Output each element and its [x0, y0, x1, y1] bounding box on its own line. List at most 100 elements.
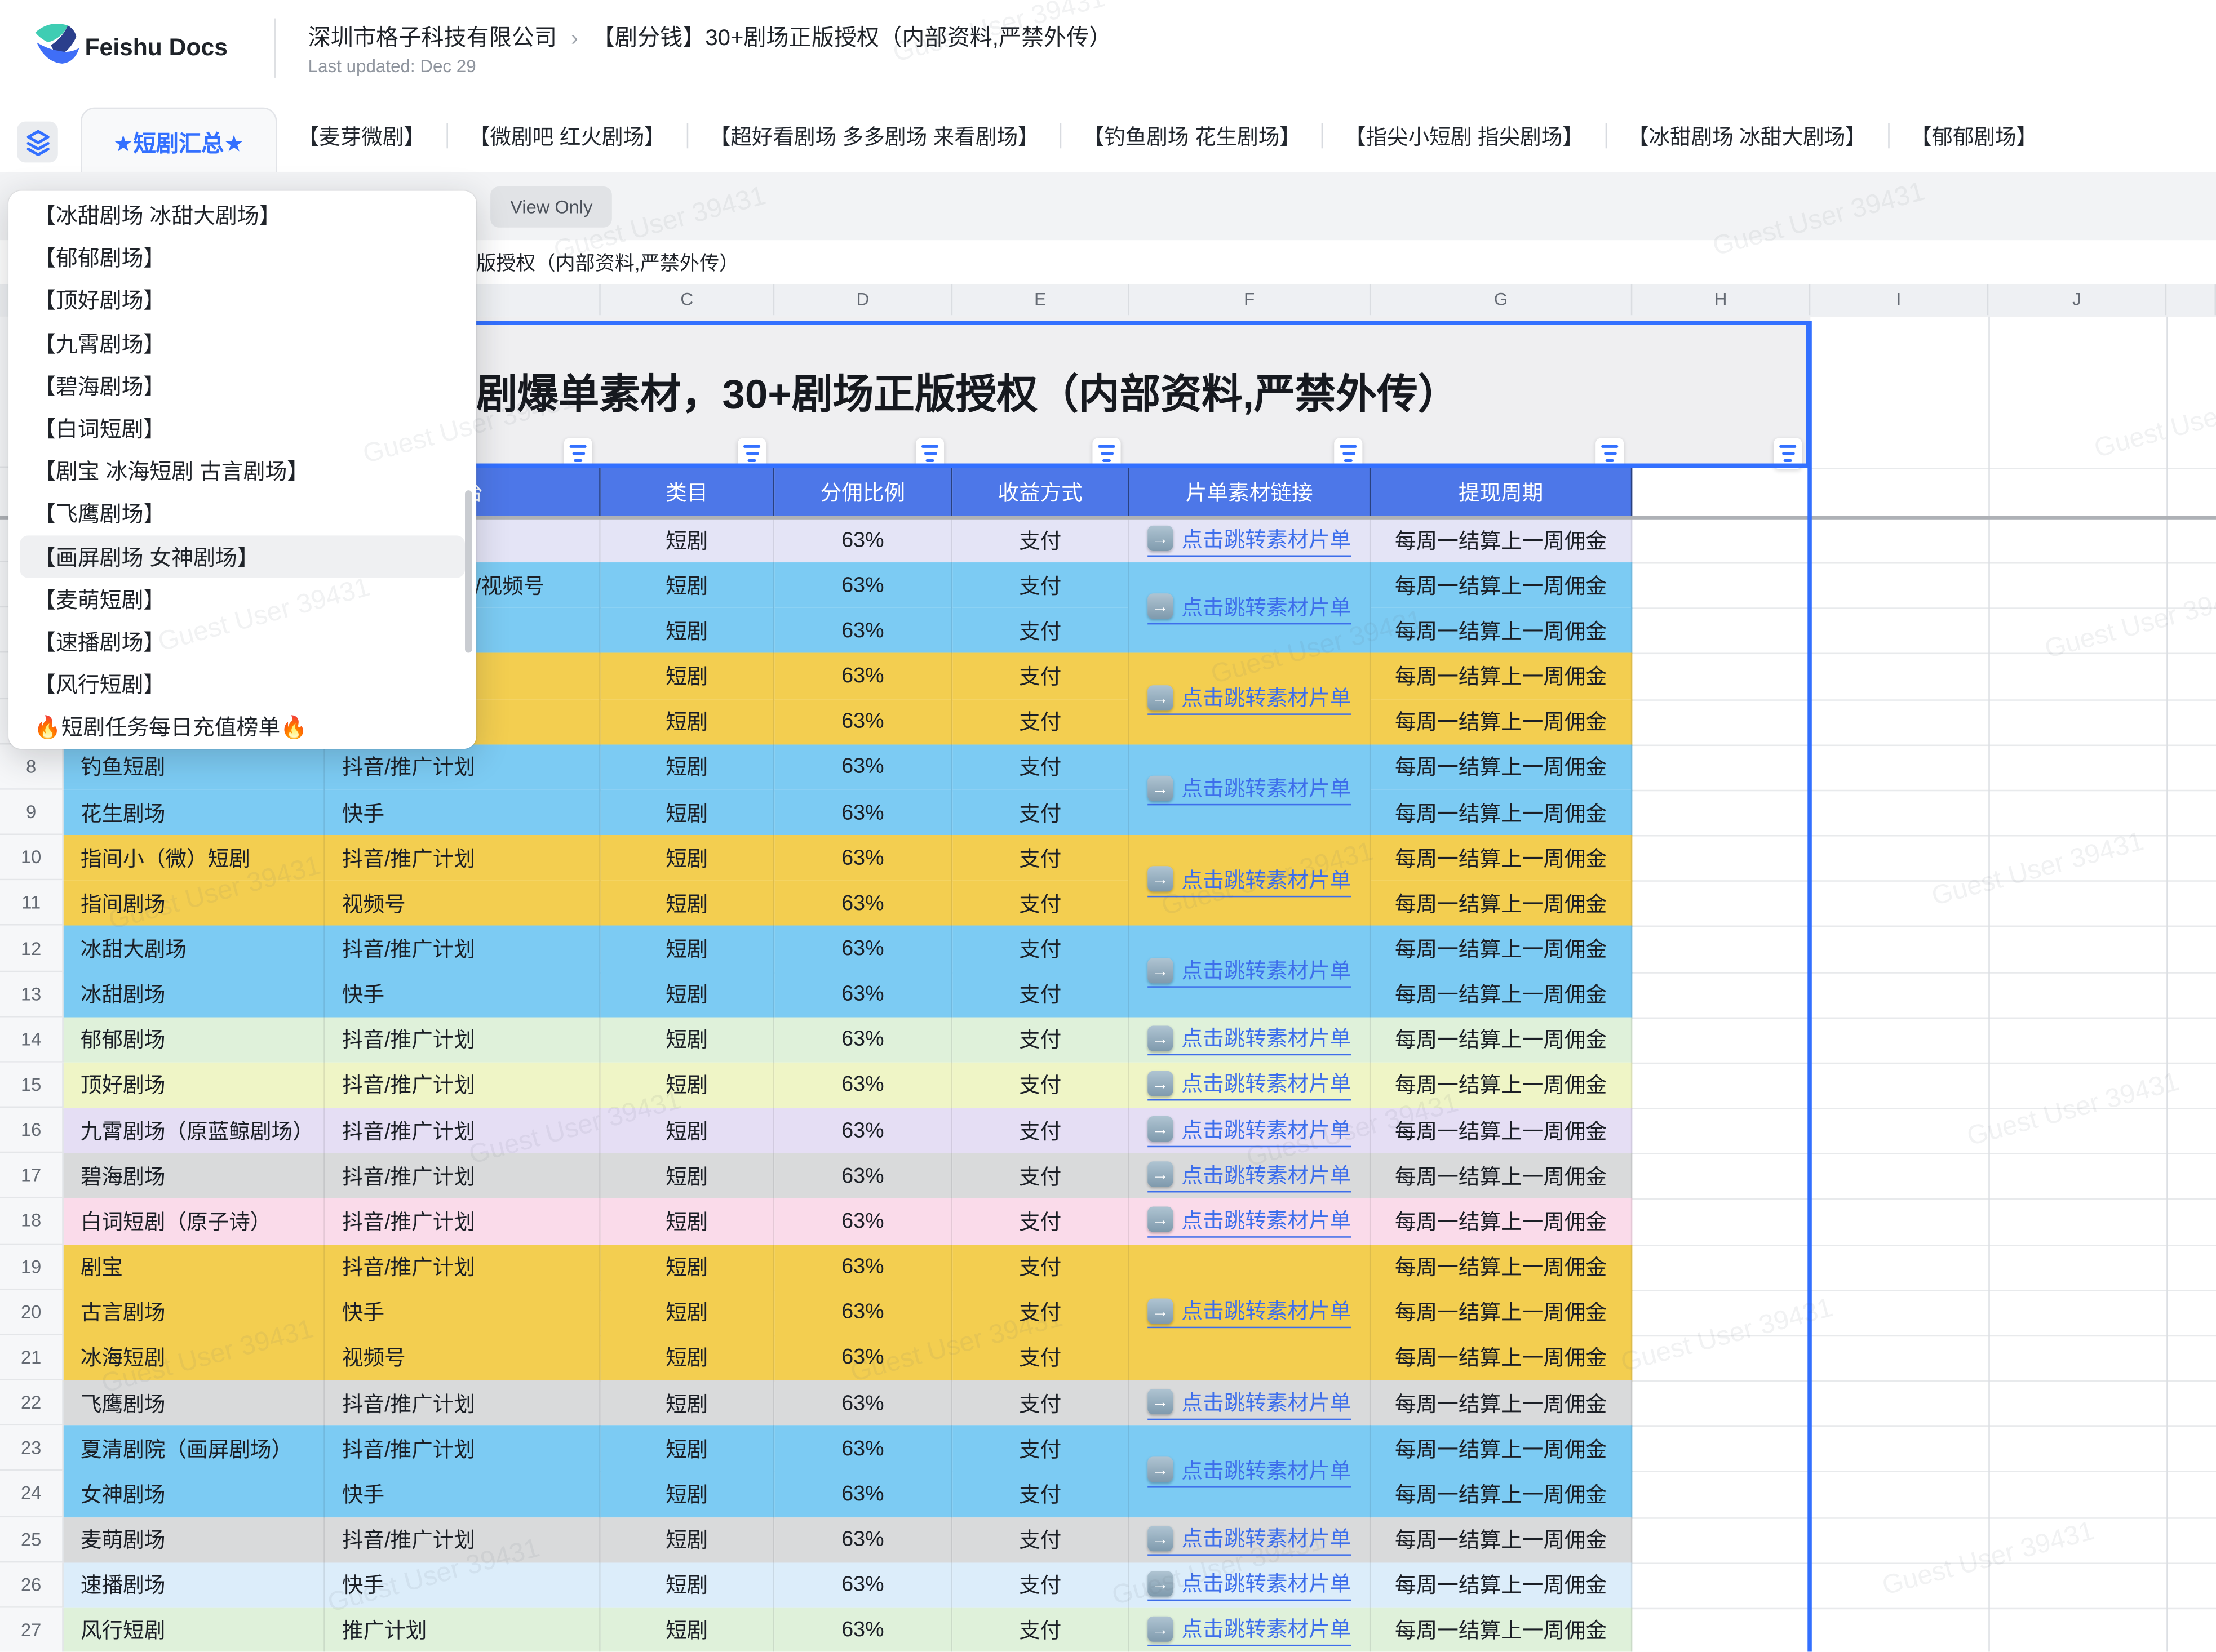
dropdown-item[interactable]: 【顶好剧场】 — [20, 279, 465, 322]
cell-theater-name[interactable]: 冰海短剧 — [64, 1335, 325, 1382]
tab-sheet[interactable]: 【钓鱼剧场 花生剧场】 — [1062, 99, 1322, 172]
link-cell[interactable]: →点击跳转素材片单 — [1129, 835, 1371, 927]
cell-rate[interactable]: 63% — [774, 1290, 952, 1336]
col-header-cell[interactable]: C — [601, 284, 774, 315]
row-header-cell[interactable]: 23 — [0, 1426, 64, 1472]
link-cell[interactable]: →点击跳转素材片单 — [1129, 1562, 1371, 1609]
cell-theater-name[interactable]: 冰甜大剧场 — [64, 926, 325, 973]
cell-payout[interactable]: 每周一结算上一周佣金 — [1371, 1335, 1632, 1382]
link-cell[interactable]: →点击跳转素材片单 — [1129, 1017, 1371, 1064]
cell-platform[interactable]: 抖音/推广计划 — [325, 1108, 601, 1154]
cell-income[interactable]: 支付 — [952, 1607, 1129, 1651]
cell-income[interactable]: 支付 — [952, 835, 1129, 882]
filter-icon[interactable] — [564, 438, 592, 469]
dropdown-item[interactable]: 🔥短剧任务每日充值榜单🔥 — [20, 705, 465, 748]
cell-category[interactable]: 短剧 — [601, 1335, 774, 1382]
tab-sheet[interactable]: 【冰甜剧场 冰甜大剧场】 — [1606, 99, 1887, 172]
link-cell[interactable]: →点击跳转素材片单 — [1129, 744, 1371, 837]
cell-platform[interactable]: 抖音/推广计划 — [325, 1426, 601, 1473]
material-link[interactable]: →点击跳转素材片单 — [1147, 955, 1351, 988]
cell-payout[interactable]: 每周一结算上一周佣金 — [1371, 517, 1632, 564]
filter-icon[interactable] — [738, 438, 766, 469]
cell-category[interactable]: 短剧 — [601, 1517, 774, 1564]
cell-payout[interactable]: 每周一结算上一周佣金 — [1371, 1244, 1632, 1291]
cell-rate[interactable]: 63% — [774, 1244, 952, 1291]
cell-rate[interactable]: 63% — [774, 790, 952, 837]
cell-rate[interactable]: 63% — [774, 1471, 952, 1518]
cell-payout[interactable]: 每周一结算上一周佣金 — [1371, 608, 1632, 655]
cell-category[interactable]: 短剧 — [601, 517, 774, 564]
dropdown-item[interactable]: 【速播剧场】 — [20, 620, 465, 663]
material-link[interactable]: →点击跳转素材片单 — [1147, 864, 1351, 897]
breadcrumb-org[interactable]: 深圳市格子科技有限公司 — [308, 27, 557, 51]
cell-rate[interactable]: 63% — [774, 654, 952, 700]
dropdown-scrollbar[interactable] — [465, 490, 472, 652]
cell-payout[interactable]: 每周一结算上一周佣金 — [1371, 971, 1632, 1018]
cell-rate[interactable]: 63% — [774, 517, 952, 564]
cell-theater-name[interactable]: 夏清剧院（画屏剧场） — [64, 1426, 325, 1473]
cell-category[interactable]: 短剧 — [601, 835, 774, 882]
cell-income[interactable]: 支付 — [952, 562, 1129, 609]
cell-rate[interactable]: 63% — [774, 1063, 952, 1109]
cell-theater-name[interactable]: 白词短剧（原子诗） — [64, 1198, 325, 1245]
header-cell-C[interactable]: 类目 — [601, 468, 774, 516]
header-cell-D[interactable]: 分佣比例 — [774, 468, 952, 516]
cell-category[interactable]: 短剧 — [601, 1198, 774, 1245]
cell-income[interactable]: 支付 — [952, 1290, 1129, 1336]
cell-rate[interactable]: 63% — [774, 608, 952, 655]
header-cell-G[interactable]: 提现周期 — [1371, 468, 1632, 516]
cell-theater-name[interactable]: 麦萌剧场 — [64, 1517, 325, 1564]
cell-platform[interactable]: 视频号 — [325, 881, 601, 927]
cell-income[interactable]: 支付 — [952, 517, 1129, 564]
row-header-cell[interactable]: 20 — [0, 1290, 64, 1335]
cell-category[interactable]: 短剧 — [601, 608, 774, 655]
cell-platform[interactable]: 快手 — [325, 1562, 601, 1609]
cell-theater-name[interactable]: 冰甜剧场 — [64, 971, 325, 1018]
col-header-cell[interactable]: I — [1810, 284, 1988, 315]
tab-sheet[interactable]: 【指尖小短剧 指尖剧场】 — [1323, 99, 1605, 172]
dropdown-item[interactable]: 【郁郁剧场】 — [20, 236, 465, 279]
material-link[interactable]: →点击跳转素材片单 — [1147, 1455, 1351, 1487]
filter-icon[interactable] — [916, 438, 944, 469]
cell-rate[interactable]: 63% — [774, 1426, 952, 1473]
material-link[interactable]: →点击跳转素材片单 — [1147, 1023, 1351, 1056]
tab-sheet[interactable]: 【郁郁剧场】 — [1889, 99, 2059, 172]
cell-income[interactable]: 支付 — [952, 1471, 1129, 1518]
cell-payout[interactable]: 每周一结算上一周佣金 — [1371, 926, 1632, 973]
cell-platform[interactable]: 抖音/推广计划 — [325, 1380, 601, 1427]
row-header-cell[interactable]: 27 — [0, 1607, 64, 1651]
link-cell[interactable]: →点击跳转素材片单 — [1129, 926, 1371, 1019]
dropdown-item[interactable]: 【碧海剧场】 — [20, 364, 465, 407]
cell-platform[interactable]: 推广计划 — [325, 1607, 601, 1651]
row-header-cell[interactable]: 10 — [0, 835, 64, 881]
col-header-cell[interactable] — [2166, 284, 2216, 315]
cell-payout[interactable]: 每周一结算上一周佣金 — [1371, 1471, 1632, 1518]
filter-icon[interactable] — [1595, 438, 1624, 469]
row-header-cell[interactable]: 26 — [0, 1562, 64, 1608]
material-link[interactable]: →点击跳转素材片单 — [1147, 1205, 1351, 1238]
row-header-cell[interactable]: 25 — [0, 1517, 64, 1562]
cell-payout[interactable]: 每周一结算上一周佣金 — [1371, 1063, 1632, 1109]
cell-payout[interactable]: 每周一结算上一周佣金 — [1371, 654, 1632, 700]
cell-theater-name[interactable]: 速播剧场 — [64, 1562, 325, 1609]
cell-rate[interactable]: 63% — [774, 971, 952, 1018]
cell-category[interactable]: 短剧 — [601, 1244, 774, 1291]
cell-theater-name[interactable]: 钓鱼短剧 — [64, 744, 325, 791]
cell-rate[interactable]: 63% — [774, 881, 952, 927]
cell-rate[interactable]: 63% — [774, 1335, 952, 1382]
row-header-cell[interactable]: 18 — [0, 1198, 64, 1244]
cell-theater-name[interactable]: 指间剧场 — [64, 881, 325, 927]
cell-category[interactable]: 短剧 — [601, 562, 774, 609]
material-link[interactable]: →点击跳转素材片单 — [1147, 523, 1351, 556]
row-header-cell[interactable]: 9 — [0, 790, 64, 836]
material-link[interactable]: →点击跳转素材片单 — [1147, 1387, 1351, 1420]
cell-platform[interactable]: 抖音/推广计划 — [325, 1153, 601, 1200]
tab-sheet-active[interactable]: ★短剧汇总★ — [81, 108, 277, 172]
cell-category[interactable]: 短剧 — [601, 1063, 774, 1109]
material-link[interactable]: →点击跳转素材片单 — [1147, 1069, 1351, 1102]
cell-payout[interactable]: 每周一结算上一周佣金 — [1371, 790, 1632, 837]
cell-theater-name[interactable]: 指间小（微）短剧 — [64, 835, 325, 882]
cell-income[interactable]: 支付 — [952, 1063, 1129, 1109]
link-cell[interactable]: →点击跳转素材片单 — [1129, 1198, 1371, 1245]
cell-payout[interactable]: 每周一结算上一周佣金 — [1371, 1426, 1632, 1473]
